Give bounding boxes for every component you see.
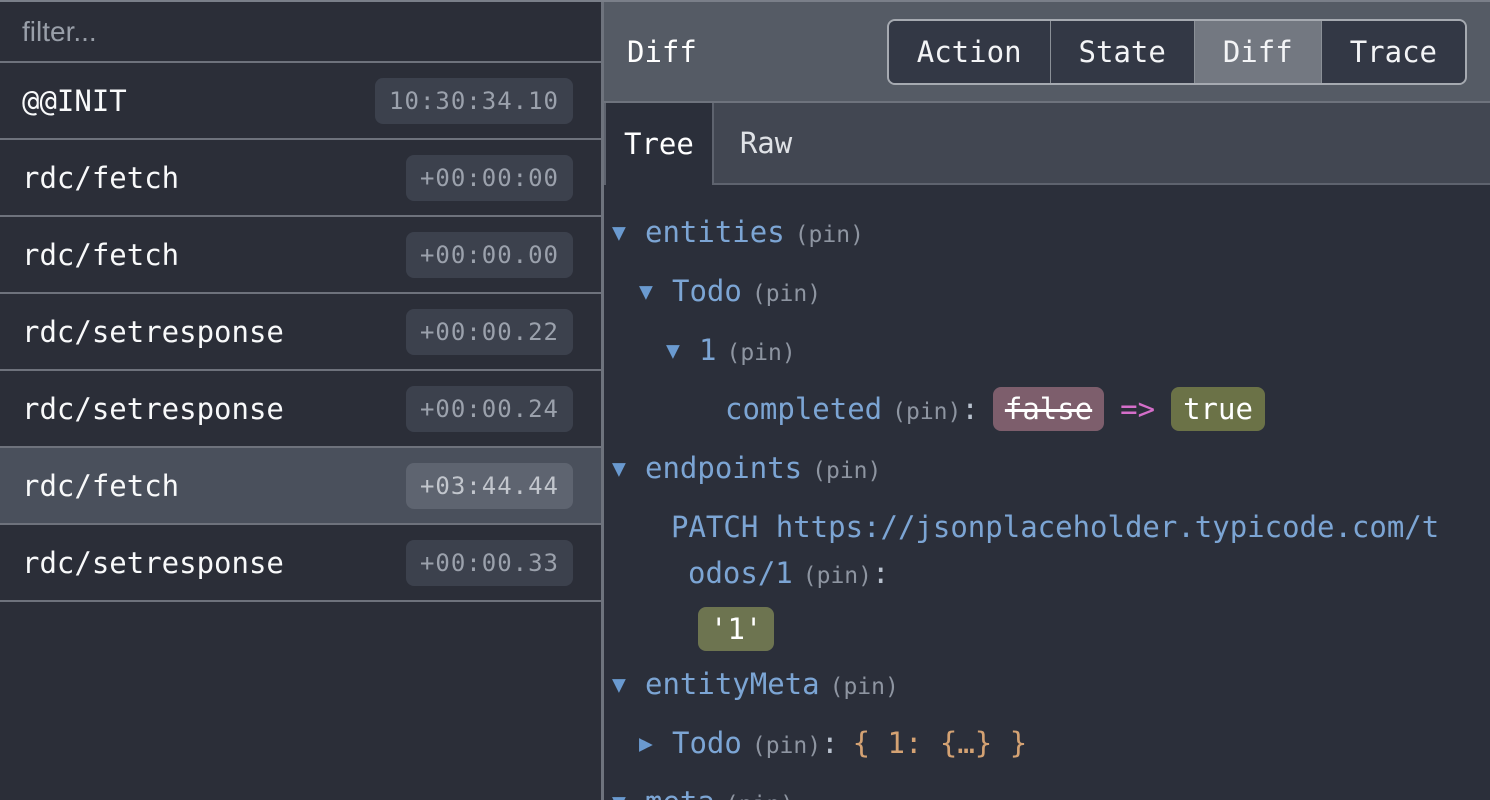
tree-key[interactable]: endpoints [645,451,802,485]
action-list-item[interactable]: rdc/setresponse +00:00.24 [0,371,601,448]
view-tab-action[interactable]: Action [889,21,1050,83]
expander-down-icon[interactable]: ▼ [666,328,699,374]
sub-tab-raw[interactable]: Raw [714,103,818,183]
tree-node: ▼meta (pin) [612,779,1454,800]
tree-key[interactable]: 1 [699,333,716,367]
pin-link[interactable]: (pin) [726,340,795,366]
inspector-panel: Diff ActionStateDiffTrace TreeRaw ▼entit… [604,2,1490,800]
action-name: rdc/setresponse [22,546,284,580]
expander-down-icon[interactable]: ▼ [612,780,645,800]
pin-link[interactable]: (pin) [795,222,864,248]
action-name: rdc/fetch [22,238,179,272]
expander-down-icon[interactable]: ▼ [639,269,672,315]
pin-link[interactable]: (pin) [892,399,961,425]
action-timestamp: +00:00:00 [406,155,573,201]
view-tab-diff[interactable]: Diff [1194,21,1321,83]
pin-link[interactable]: (pin) [725,792,794,800]
action-timestamp: +00:00.24 [406,386,573,432]
diff-arrow-icon: => [1120,392,1155,426]
expander-down-icon[interactable]: ▼ [612,446,645,492]
view-tab-state[interactable]: State [1050,21,1194,83]
action-list-item[interactable]: @@INIT 10:30:34.10 [0,63,601,140]
tree-node: ▼Todo (pin) [612,268,1454,317]
view-tab-group: ActionStateDiffTrace [887,19,1467,85]
sub-tab-bar: TreeRaw [604,103,1490,185]
action-name: @@INIT [22,84,127,118]
value-badge: '1' [698,607,774,651]
tree-node: ▼entities (pin) [612,209,1454,258]
diff-added-value: true [1171,387,1265,431]
pin-link[interactable]: (pin) [812,458,881,484]
colon: : [872,556,889,590]
panel-title: Diff [627,35,697,69]
filter-input[interactable] [0,2,601,61]
redux-devtools-window: @@INIT10:30:34.10rdc/fetch+00:00:00rdc/f… [0,0,1490,800]
action-list: @@INIT10:30:34.10rdc/fetch+00:00:00rdc/f… [0,63,601,800]
action-name: rdc/setresponse [22,392,284,426]
colon: : [961,392,978,426]
tree-node: completed (pin): false => true [612,386,1454,435]
tree-key[interactable]: meta [645,785,715,800]
action-list-item[interactable]: rdc/fetch +03:44.44 [0,448,601,525]
tree-node: ▼entityMeta (pin) [612,661,1454,710]
sub-tab-tree[interactable]: Tree [604,103,714,185]
colon: : [821,726,838,760]
action-list-item[interactable]: rdc/setresponse +00:00.22 [0,294,601,371]
pin-link[interactable]: (pin) [803,563,872,589]
action-timestamp: 10:30:34.10 [375,78,573,124]
diff-removed-value: false [993,387,1104,431]
action-list-item[interactable]: rdc/fetch +00:00.00 [0,217,601,294]
collapsed-preview: { 1: {…} } [853,726,1028,760]
pin-link[interactable]: (pin) [752,733,821,759]
filter-bar [0,2,601,63]
tree-key[interactable]: PATCH https://jsonplaceholder.typicode.c… [671,510,1439,590]
expander-right-icon[interactable]: ▶ [639,721,672,767]
tree-node: ▼endpoints (pin) [612,445,1454,494]
expander-down-icon[interactable]: ▼ [612,210,645,256]
tree-node: PATCH https://jsonplaceholder.typicode.c… [612,504,1454,651]
diff-tree: ▼entities(pin)▼Todo(pin)▼1(pin)completed… [604,185,1490,800]
action-timestamp: +00:00.00 [406,232,573,278]
action-history-panel: @@INIT10:30:34.10rdc/fetch+00:00:00rdc/f… [0,2,604,800]
inspector-header: Diff ActionStateDiffTrace [604,2,1490,103]
action-timestamp: +00:00.33 [406,540,573,586]
action-name: rdc/fetch [22,161,179,195]
tree-key[interactable]: entities [645,215,785,249]
action-name: rdc/setresponse [22,315,284,349]
tree-node: ▶Todo (pin): { 1: {…} } [612,720,1454,769]
tree-key[interactable]: completed [725,392,882,426]
tree-key[interactable]: Todo [672,726,742,760]
expander-down-icon[interactable]: ▼ [612,662,645,708]
action-name: rdc/fetch [22,469,179,503]
view-tab-trace[interactable]: Trace [1321,21,1465,83]
pin-link[interactable]: (pin) [830,674,899,700]
action-timestamp: +00:00.22 [406,309,573,355]
action-timestamp: +03:44.44 [406,463,573,509]
pin-link[interactable]: (pin) [752,281,821,307]
action-list-item[interactable]: rdc/fetch +00:00:00 [0,140,601,217]
tree-node: ▼1 (pin) [612,327,1454,376]
action-list-item[interactable]: rdc/setresponse +00:00.33 [0,525,601,602]
tree-key[interactable]: entityMeta [645,667,820,701]
tree-key[interactable]: Todo [672,274,742,308]
